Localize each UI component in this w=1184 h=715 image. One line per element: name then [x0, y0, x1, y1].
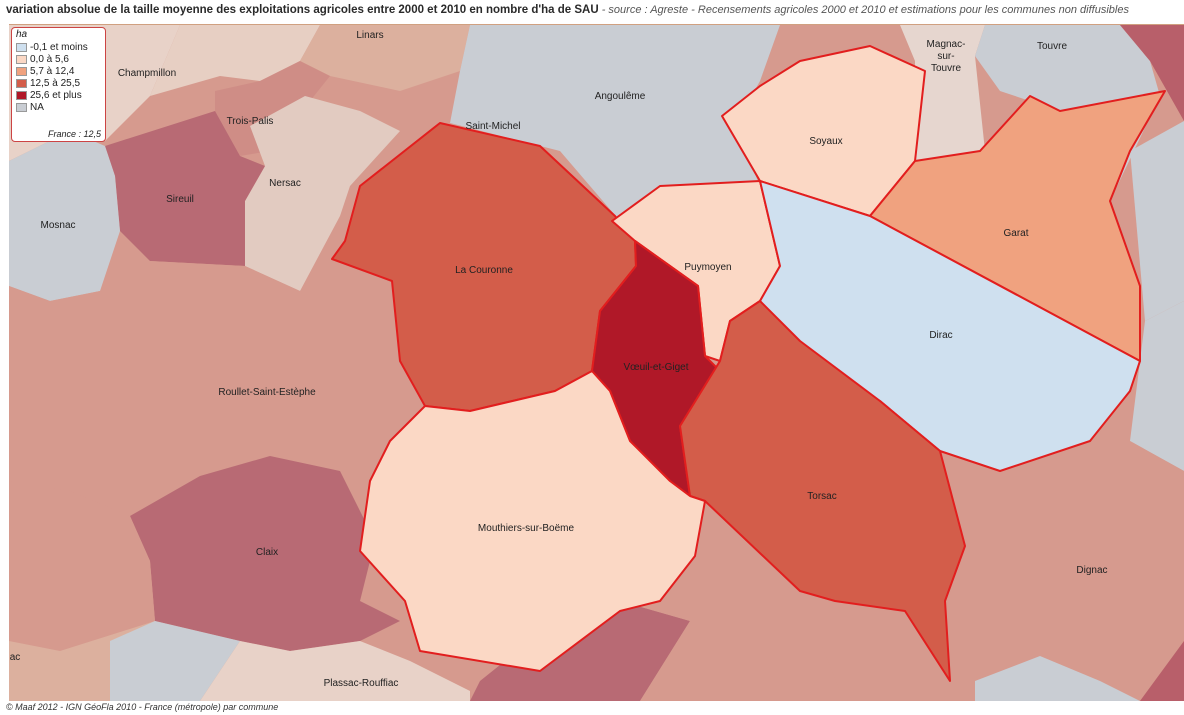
label-trois-palis: Trois-Palis	[227, 116, 274, 127]
label-mosnac: Mosnac	[40, 220, 75, 231]
legend-label: NA	[30, 102, 44, 113]
map-legend: ha -0,1 et moins 0,0 à 5,6 5,7 à 12,4 12…	[11, 27, 106, 142]
label-magnac-3: Touvre	[931, 63, 961, 74]
legend-swatch	[16, 79, 27, 88]
map-title: variation absolue de la taille moyenne d…	[6, 4, 1181, 22]
label-soyaux: Soyaux	[809, 136, 842, 147]
legend-item: 0,0 à 5,6	[16, 54, 69, 65]
legend-label: 0,0 à 5,6	[30, 54, 69, 65]
label-nersac: Nersac	[269, 178, 301, 189]
legend-item: -0,1 et moins	[16, 42, 88, 53]
map-area[interactable]: Linars Champmillon Trois-Palis Angoulême…	[9, 24, 1184, 701]
map-title-main: variation absolue de la taille moyenne d…	[6, 4, 599, 16]
label-sireuil: Sireuil	[166, 194, 194, 205]
label-roullet-saint-estephe: Roullet-Saint-Estèphe	[218, 387, 316, 398]
commune-mosnac[interactable]	[9, 131, 120, 301]
legend-label: 25,6 et plus	[30, 90, 82, 101]
label-angouleme: Angoulême	[595, 91, 646, 102]
legend-swatch	[16, 55, 27, 64]
label-torsac: Torsac	[807, 491, 836, 502]
legend-france-note: France : 12,5	[47, 129, 101, 139]
label-la-couronne: La Couronne	[455, 265, 513, 276]
label-puymoyen: Puymoyen	[684, 262, 731, 273]
label-saint-michel: Saint-Michel	[465, 121, 520, 132]
legend-item: NA	[16, 102, 44, 113]
legend-swatch	[16, 67, 27, 76]
legend-item: 5,7 à 12,4	[16, 66, 74, 77]
label-linars: Linars	[356, 30, 383, 41]
label-plassac-rouffiac: Plassac-Rouffiac	[324, 678, 399, 689]
label-dignac: Dignac	[1076, 565, 1107, 576]
commune-dignac[interactable]	[940, 441, 1184, 701]
label-magnac-1: Magnac-	[927, 39, 966, 50]
map-title-source: - source : Agreste - Recensements agrico…	[598, 4, 1129, 16]
legend-label: 12,5 à 25,5	[30, 78, 81, 89]
label-garat: Garat	[1003, 228, 1028, 239]
legend-swatch	[16, 103, 27, 112]
legend-unit: ha	[16, 29, 28, 40]
legend-item: 25,6 et plus	[16, 90, 82, 101]
label-touvre: Touvre	[1037, 41, 1067, 52]
map-footer: © Maaf 2012 - IGN GéoFla 2010 - France (…	[6, 702, 279, 712]
legend-swatch	[16, 43, 27, 52]
legend-item: 12,5 à 25,5	[16, 78, 80, 89]
label-champmillon: Champmillon	[118, 68, 176, 79]
legend-label: 5,7 à 12,4	[30, 66, 75, 77]
label-partial-commune: ac	[10, 652, 21, 663]
legend-label: -0,1 et moins	[30, 42, 88, 53]
choropleth-map[interactable]: Linars Champmillon Trois-Palis Angoulême…	[9, 25, 1184, 701]
label-voeuil-et-giget: Vœuil-et-Giget	[623, 362, 688, 373]
label-mouthiers-sur-boeme: Mouthiers-sur-Boëme	[478, 523, 575, 534]
label-dirac: Dirac	[929, 330, 952, 341]
label-magnac-2: sur-	[937, 51, 954, 62]
label-claix: Claix	[256, 547, 278, 558]
legend-swatch	[16, 91, 27, 100]
